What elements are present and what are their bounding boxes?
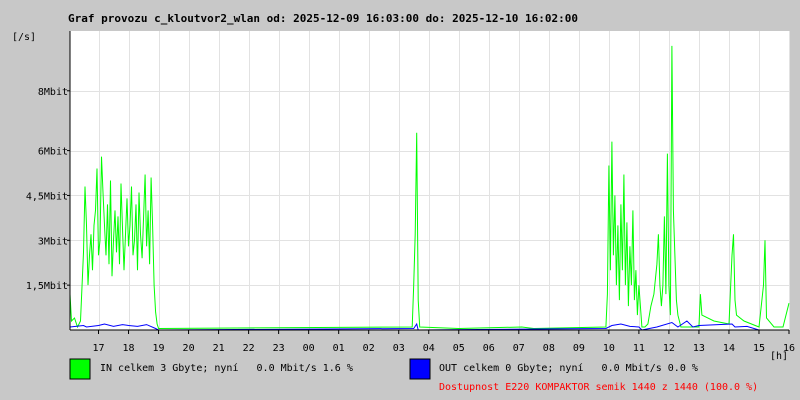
legend-in-text: IN celkem 3 Gbyte; nyní 0.0 Mbit/s 1.6 % bbox=[100, 362, 353, 374]
x-tick-label: 03 bbox=[393, 343, 405, 354]
x-tick-label: 12 bbox=[663, 343, 675, 354]
x-tick-label: 13 bbox=[693, 343, 705, 354]
x-tick-label: 19 bbox=[153, 343, 165, 354]
traffic-graph-window: Graf provozu c_kloutvor2_wlan od: 2025-1… bbox=[0, 0, 800, 400]
x-tick-label: 05 bbox=[453, 343, 465, 354]
x-tick-label: 18 bbox=[123, 343, 135, 354]
x-tick-label: 06 bbox=[483, 343, 495, 354]
legend-out-text: OUT celkem 0 Gbyte; nyní 0.0 Mbit/s 0.0 … bbox=[439, 362, 698, 374]
x-tick-label: 21 bbox=[213, 343, 225, 354]
x-tick-label: 22 bbox=[243, 343, 255, 354]
traffic-chart: Graf provozu c_kloutvor2_wlan od: 2025-1… bbox=[12, 12, 795, 393]
x-tick-label: 14 bbox=[723, 343, 735, 354]
availability-text: Dostupnost E220 KOMPAKTOR semik 1440 z 1… bbox=[439, 382, 758, 393]
x-tick-label: 08 bbox=[543, 343, 555, 354]
chart-title: Graf provozu c_kloutvor2_wlan od: 2025-1… bbox=[68, 12, 578, 25]
x-tick-label: 07 bbox=[513, 343, 525, 354]
x-tick-label: 02 bbox=[363, 343, 375, 354]
y-tick-label: 3Mbit bbox=[38, 236, 68, 247]
x-axis-ticks: 17 18 19 20 21 22 23 00 01 02 03 04 05 06 07 08 09 10 11 12… bbox=[92, 330, 795, 354]
x-tick-label: 16 bbox=[783, 343, 795, 354]
y-tick-label: 8Mbit bbox=[38, 87, 68, 98]
legend-in-swatch bbox=[69, 358, 91, 380]
x-tick-label: 10 bbox=[603, 343, 615, 354]
legend-out-swatch bbox=[409, 358, 431, 380]
x-tick-label: 15 bbox=[753, 343, 765, 354]
x-tick-label: 11 bbox=[633, 343, 645, 354]
x-tick-label: 01 bbox=[333, 343, 345, 354]
x-tick-label: 09 bbox=[573, 343, 585, 354]
x-tick-label: 00 bbox=[303, 343, 315, 354]
x-tick-label: 17 bbox=[92, 343, 104, 354]
y-unit-label: [/s] bbox=[12, 32, 36, 43]
x-tick-label: 23 bbox=[273, 343, 285, 354]
y-tick-label: 6Mbit bbox=[38, 147, 68, 158]
y-tick-label: 4,5Mbit bbox=[26, 191, 68, 202]
y-tick-label: 1,5Mbit bbox=[26, 281, 68, 292]
y-axis-ticks: 1,5Mbit 3Mbit 4,5Mbit 6Mbit 8Mbit bbox=[26, 87, 70, 292]
x-tick-label: 20 bbox=[183, 343, 195, 354]
x-tick-label: 04 bbox=[423, 343, 435, 354]
